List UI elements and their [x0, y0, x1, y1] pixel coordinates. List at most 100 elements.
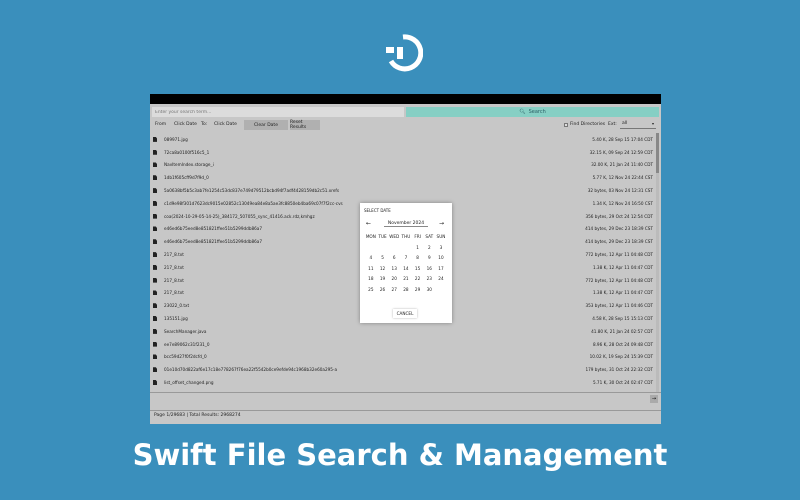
calendar-day[interactable]: 16	[423, 266, 435, 271]
file-meta: 414 bytes, 29 Dec 23 18:39 CST	[585, 239, 653, 245]
calendar-day[interactable]: 7	[400, 255, 412, 260]
calendar-day[interactable]: 19	[377, 276, 389, 281]
file-row[interactable]: 089971.jpg 5.40 K, 28 Sep 15 17:04 CDT	[150, 133, 656, 146]
calendar-day[interactable]: 30	[423, 287, 435, 292]
calendar-day[interactable]: 27	[388, 287, 400, 292]
calendar-day[interactable]: 29	[412, 287, 424, 292]
search-row: 🔍︎ Search	[150, 107, 661, 117]
calendar-day[interactable]: 6	[388, 255, 400, 260]
file-row[interactable]: ee7e89062c31f231_0 8.96 K, 28 Oct 24 09:4…	[150, 338, 656, 351]
calendar-day[interactable]: 1	[412, 245, 424, 250]
file-name: ee7e89062c31f231_0	[164, 341, 210, 347]
file-icon	[153, 188, 157, 194]
calendar-day[interactable]: 3	[435, 245, 447, 250]
file-icon	[153, 277, 157, 283]
calendar-day[interactable]: 9	[423, 255, 435, 260]
file-meta: 772 bytes, 12 Apr 11 04:48 CDT	[585, 277, 653, 283]
calendar-day[interactable]: 10	[435, 255, 447, 260]
calendar-day	[377, 245, 389, 250]
find-directories-checkbox[interactable]	[564, 123, 568, 127]
file-row[interactable]: bcc59d27f0f2dcfd_0 10.02 K, 19 Sep 24 15:…	[150, 351, 656, 364]
calendar-day[interactable]: 25	[365, 287, 377, 292]
app-logo-icon	[386, 34, 423, 72]
weekday-header: SUN	[436, 234, 446, 239]
next-page-button[interactable]: →	[650, 395, 658, 403]
month-select[interactable]: November 2024	[384, 221, 428, 227]
file-icon	[153, 303, 157, 309]
calendar-day[interactable]: 12	[377, 266, 389, 271]
clear-date-button[interactable]: Clear Date	[244, 120, 288, 130]
file-icon	[153, 200, 157, 206]
next-month-button[interactable]: →	[439, 220, 444, 227]
file-meta: 5.77 K, 12 Nov 24 22:44 CST	[592, 175, 653, 181]
file-meta: 32.00 K, 21 Jan 24 11:40 CDT	[591, 162, 653, 168]
search-input[interactable]	[152, 107, 404, 117]
file-meta: 356 bytes, 29 Oct 24 12:54 CDT	[585, 213, 653, 219]
ext-label: Ext:	[608, 122, 617, 127]
file-meta: 5.40 K, 28 Sep 15 17:04 CDT	[592, 136, 653, 142]
calendar-day[interactable]: 8	[412, 255, 424, 260]
file-row[interactable]: 72ca8a0100f516c5_1 32.15 K, 09 Sep 24 12:…	[150, 146, 656, 159]
calendar-day[interactable]: 24	[435, 276, 447, 281]
search-button[interactable]: 🔍︎ Search	[406, 107, 659, 117]
scrollbar-thumb[interactable]	[656, 133, 659, 173]
file-name: 72ca8a0100f516c5_1	[164, 149, 210, 155]
file-row[interactable]: NavItemIndex.storage_i 32.00 K, 21 Jan 24…	[150, 159, 656, 172]
calendar-day[interactable]: 11	[365, 266, 377, 271]
cancel-button[interactable]: CANCEL	[393, 309, 417, 318]
file-meta: 1.38 K, 12 Apr 11 04:47 CDT	[592, 290, 653, 296]
from-date-field[interactable]: Click Date	[174, 122, 197, 127]
calendar-day[interactable]: 26	[377, 287, 389, 292]
file-icon	[153, 239, 157, 245]
find-directories-label: Find Directories	[570, 122, 606, 127]
file-row[interactable]: 1db1f605cff9d7f9d_0 5.77 K, 12 Nov 24 22:…	[150, 171, 656, 184]
weekday-header: FRI	[414, 234, 421, 239]
weekday-header: WED	[389, 234, 400, 239]
ext-select[interactable]: all ▾	[620, 121, 656, 129]
calendar-day[interactable]: 2	[423, 245, 435, 250]
file-meta: 1.38 K, 12 Apr 11 04:47 CDT	[592, 264, 653, 270]
file-meta: 32.15 K, 09 Sep 24 12:59 CDT	[589, 149, 653, 155]
date-picker-nav: ← November 2024 →	[360, 220, 452, 230]
chevron-down-icon: ▾	[651, 121, 654, 126]
file-row[interactable]: SearchManager.java 41.80 K, 21 Jan 24 02:…	[150, 325, 656, 338]
to-date-field[interactable]: Click Date	[214, 122, 237, 127]
calendar-day[interactable]: 15	[412, 266, 424, 271]
calendar-day[interactable]: 13	[388, 266, 400, 271]
file-row[interactable]: 5a0638bf5b5c3ab7fe1254c53dc837e749d79512…	[150, 184, 656, 197]
file-name: 089971.jpg	[164, 136, 188, 142]
file-icon	[153, 341, 157, 347]
marketing-headline: Swift File Search & Management	[132, 438, 668, 472]
calendar-day[interactable]: 4	[365, 255, 377, 260]
to-label: To:	[201, 122, 208, 127]
calendar-day[interactable]: 28	[400, 287, 412, 292]
file-meta: 1.34 K, 12 Nov 24 16:50 CST	[592, 200, 653, 206]
from-label: From	[155, 122, 167, 127]
calendar-day[interactable]: 18	[365, 276, 377, 281]
file-icon	[153, 136, 157, 142]
calendar-day[interactable]: 20	[388, 276, 400, 281]
file-name: 5a0638bf5b5c3ab7fe1254c53dc837e749d79512…	[164, 188, 340, 194]
calendar-day[interactable]: 23	[423, 276, 435, 281]
file-icon	[153, 252, 157, 258]
filter-row: From Click Date To: Click Date Clear Dat…	[150, 120, 661, 130]
file-meta: 8.96 K, 28 Oct 24 09:48 CDT	[592, 341, 653, 347]
calendar-day[interactable]: 14	[400, 266, 412, 271]
calendar-day[interactable]: 21	[400, 276, 412, 281]
calendar-day[interactable]: 17	[435, 266, 447, 271]
calendar-day[interactable]: 5	[377, 255, 389, 260]
prev-month-button[interactable]: ←	[366, 220, 371, 227]
file-name: list_offset_changed.png	[164, 380, 214, 386]
ext-select-value: all	[622, 121, 628, 126]
file-name: 1db1f605cff9d7f9d_0	[164, 175, 209, 181]
reset-results-button[interactable]: Reset Results	[290, 120, 320, 130]
calendar-day[interactable]: 22	[412, 276, 424, 281]
file-name: 01e10d70d822af6e17c18e778267f76ea22f5542…	[164, 367, 338, 373]
weekday-header: SAT	[425, 234, 434, 239]
vertical-scrollbar[interactable]	[656, 133, 659, 392]
file-row[interactable]: 01e10d70d822af6e17c18e778267f76ea22f5542…	[150, 363, 656, 376]
file-row[interactable]: list_offset_changed.png 5.71 K, 30 Oct 24…	[150, 376, 656, 389]
weekday-header: MON	[365, 234, 376, 239]
file-icon	[153, 367, 157, 373]
file-icon	[153, 149, 157, 155]
